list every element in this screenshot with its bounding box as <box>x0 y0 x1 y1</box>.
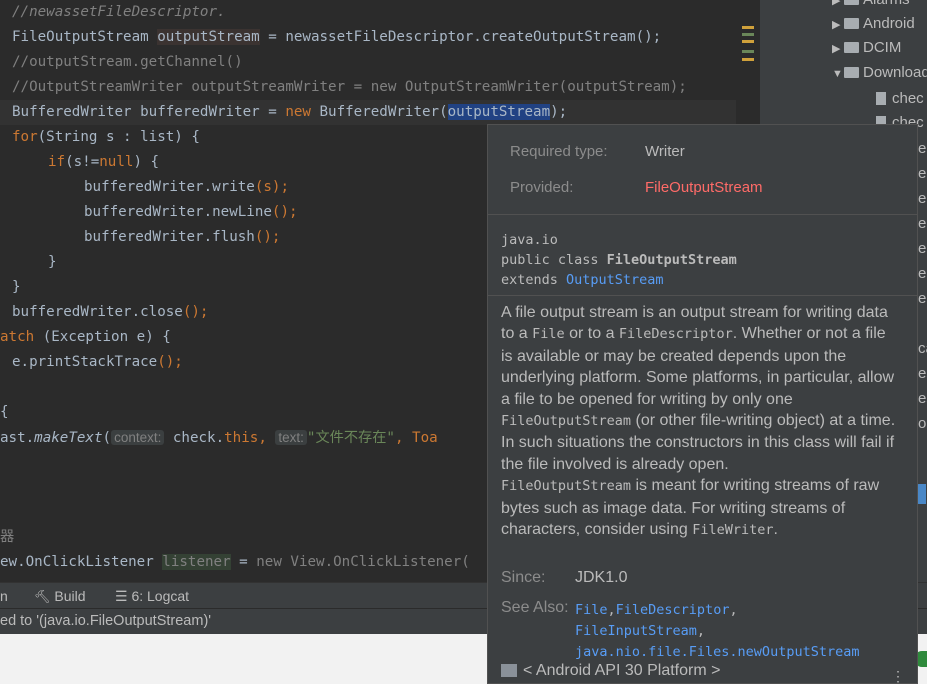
class-description: A file output stream is an output stream… <box>501 304 896 539</box>
code-line-10[interactable]: bufferedWriter.flush(); <box>84 225 280 250</box>
divider <box>488 214 917 215</box>
outputstream-link[interactable]: OutputStream <box>566 272 664 288</box>
folder-icon <box>844 0 859 5</box>
code-line-19[interactable]: ew.OnClickListener listener = new View.O… <box>0 550 470 575</box>
see-also-filedescriptor-link[interactable]: FileDescriptor <box>616 602 730 618</box>
quick-documentation-popup[interactable]: Required type: Writer Provided: FileOutp… <box>487 124 918 684</box>
provided-type-value: FileOutputStream <box>645 179 763 196</box>
tree-item-android[interactable]: ▶ Android <box>832 12 915 36</box>
folder-icon <box>844 18 859 29</box>
tree-item-file[interactable]: ec <box>918 212 927 236</box>
tree-item-file[interactable]: ec <box>918 162 927 186</box>
gutter-change-mark[interactable] <box>742 50 754 53</box>
param-hint-text: text: <box>275 430 307 445</box>
tree-item-file[interactable]: ec <box>918 187 927 211</box>
code-line-13[interactable]: bufferedWriter.close(); <box>12 300 208 325</box>
gutter-change-mark[interactable] <box>742 33 754 36</box>
tree-item-file[interactable]: ec <box>918 137 927 161</box>
see-also-fileinputstream-link[interactable]: FileInputStream <box>575 623 697 639</box>
chevron-right-icon[interactable]: ▶ <box>832 37 844 61</box>
code-line-4[interactable]: //OutputStreamWriter outputStreamWriter … <box>12 75 687 100</box>
status-message: ed to '(java.io.FileOutputStream)' <box>0 613 212 629</box>
platform-row[interactable]: < Android API 30 Platform > <box>501 662 720 680</box>
listener-variable[interactable]: listener <box>162 554 231 570</box>
tree-item-file[interactable]: ca <box>918 337 927 361</box>
code-line-6[interactable]: for(String s : list) { <box>12 125 200 150</box>
code-line-18[interactable]: 器 <box>0 525 14 550</box>
required-type-row: Required type: Writer <box>510 143 685 160</box>
build-tab[interactable]: 🔨︎ Build <box>34 583 86 609</box>
provided-type-row: Provided: FileOutputStream <box>510 179 763 196</box>
tree-item-alarms[interactable]: ▶Alarms <box>832 0 910 12</box>
code-line-7[interactable]: if(s!=null) { <box>48 150 159 175</box>
gutter-warning-mark[interactable] <box>742 40 754 43</box>
more-options-icon[interactable]: ⋮ <box>891 668 905 683</box>
code-line-9[interactable]: bufferedWriter.newLine(); <box>84 200 298 225</box>
class-declaration: java.io public class FileOutputStream ex… <box>501 232 737 288</box>
see-also-newoutputstream-link[interactable]: java.nio.file.Files.newOutputStream <box>575 644 859 660</box>
run-tab[interactable]: n <box>0 583 8 609</box>
code-line-11[interactable]: } <box>48 250 57 275</box>
gutter-warning-mark[interactable] <box>742 26 754 29</box>
see-also-file-link[interactable]: File <box>575 602 608 618</box>
tree-item-file[interactable]: chec <box>876 87 924 111</box>
tree-item-file[interactable]: ec <box>918 287 927 311</box>
tree-item-file[interactable]: or <box>918 412 927 436</box>
hammer-icon: 🔨︎ <box>34 589 51 604</box>
see-also-row: See Also: File,FileDescriptor, FileInput… <box>501 599 860 660</box>
chevron-right-icon[interactable]: ▶ <box>832 13 844 37</box>
tree-item-file[interactable]: es <box>918 387 927 411</box>
code-line-2[interactable]: FileOutputStream outputStream = newasset… <box>12 25 661 50</box>
tree-item-file[interactable]: ec <box>918 262 927 286</box>
logcat-icon: ☰ <box>115 588 128 604</box>
tree-item-file[interactable]: es <box>918 362 927 386</box>
code-line-8[interactable]: bufferedWriter.write(s); <box>84 175 289 200</box>
code-line-17[interactable]: ast.makeText(context: check.this, text: "… <box>0 425 438 450</box>
file-icon <box>876 92 886 105</box>
divider <box>488 295 917 296</box>
code-line-3[interactable]: //outputStream.getChannel() <box>12 50 243 75</box>
tree-item-dcim[interactable]: ▶ DCIM <box>832 36 901 60</box>
code-line-12[interactable]: } <box>12 275 21 300</box>
output-stream-variable[interactable]: outputStream <box>157 29 260 45</box>
tree-item-file[interactable]: ec <box>918 237 927 261</box>
code-line-5[interactable]: BufferedWriter bufferedWriter = new Buff… <box>12 100 567 125</box>
error-argument-selection[interactable]: outputStream <box>447 104 551 120</box>
gutter-warning-mark[interactable] <box>742 58 754 61</box>
folder-icon <box>844 42 859 53</box>
code-line-14[interactable]: atch (Exception e) { <box>0 325 171 350</box>
folder-icon <box>844 67 859 78</box>
param-hint-context: context: <box>111 430 165 445</box>
chevron-down-icon[interactable]: ▼ <box>832 62 844 86</box>
logcat-tab[interactable]: ☰ 6: Logcat <box>115 583 189 609</box>
since-row: Since: JDK1.0 <box>501 569 628 586</box>
code-line-1[interactable]: //newassetFileDescriptor. <box>12 0 226 25</box>
code-line-16[interactable]: { <box>0 400 9 425</box>
code-line-15[interactable]: e.printStackTrace(); <box>12 350 183 375</box>
library-icon <box>501 664 517 677</box>
tree-item-download[interactable]: ▼ Download <box>832 61 927 85</box>
